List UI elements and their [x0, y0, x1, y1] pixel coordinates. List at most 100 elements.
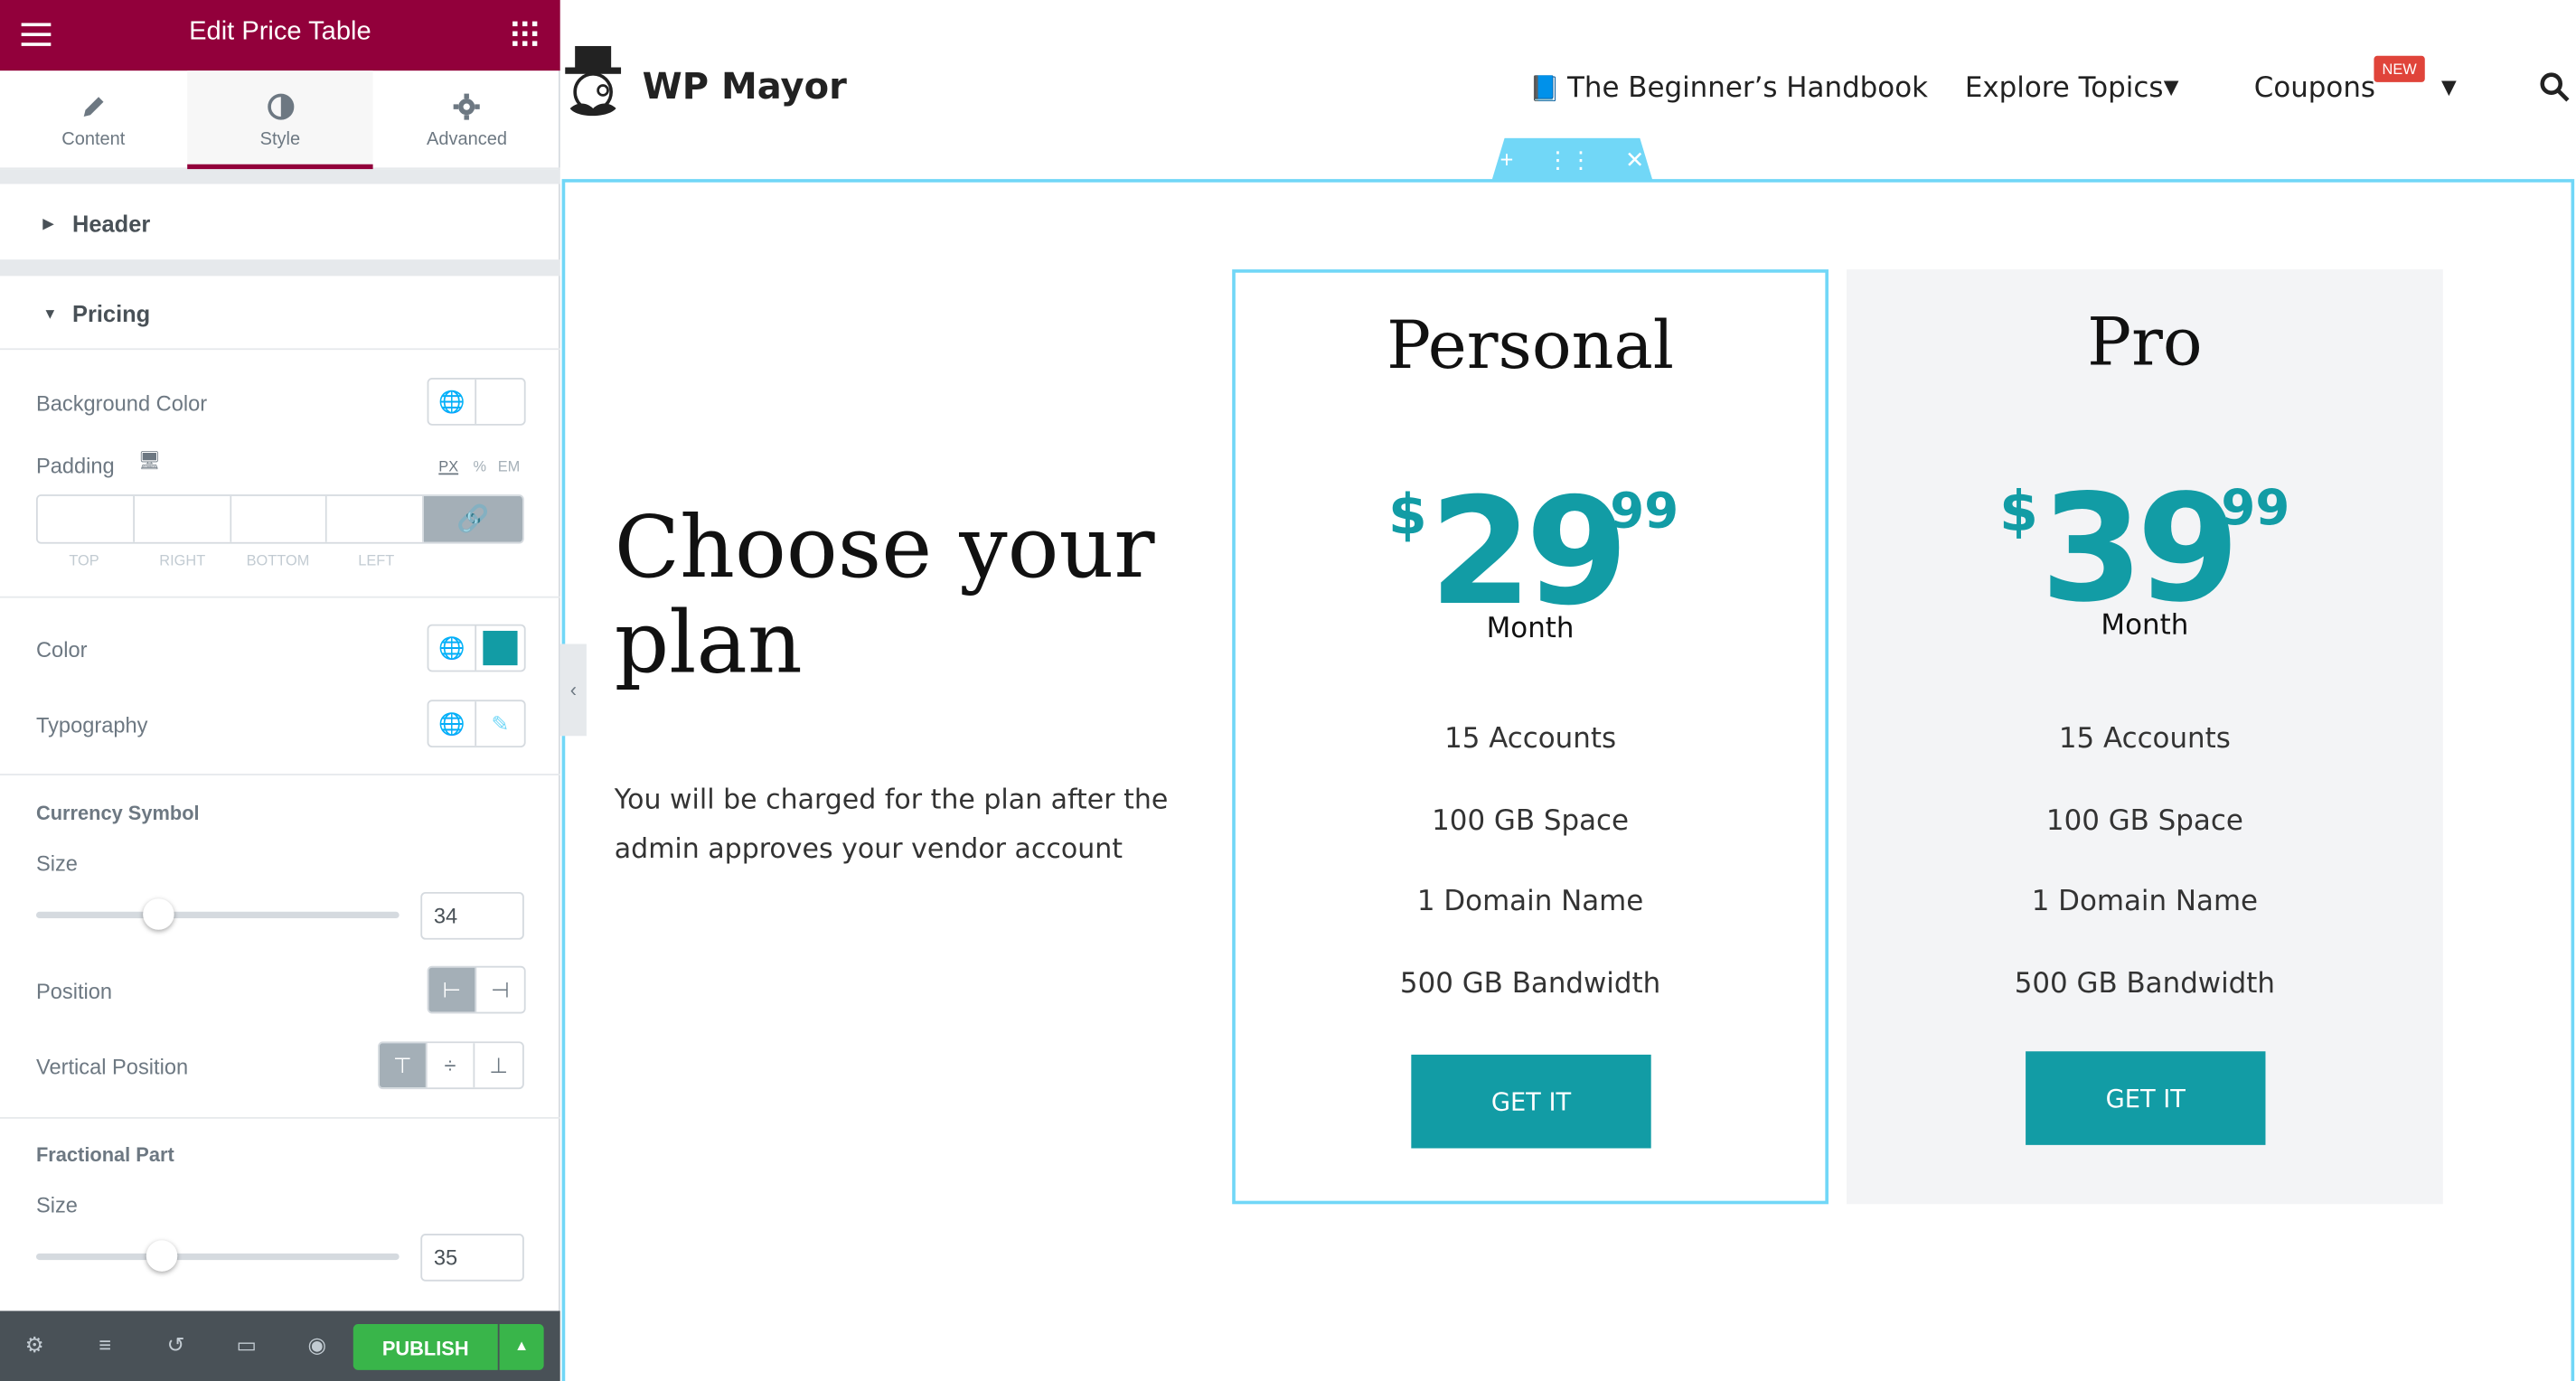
close-icon[interactable]: ✕	[1625, 146, 1644, 174]
chevron-down-icon[interactable]: ▼	[2441, 76, 2457, 99]
color-label: Color	[35, 637, 88, 662]
background-color-control[interactable]: 🌐	[427, 378, 526, 426]
pencil-icon[interactable]: ✎	[476, 701, 524, 746]
panel-collapse-chevron-icon[interactable]: ‹	[559, 644, 587, 737]
padding-left-input[interactable]	[327, 495, 424, 542]
padding-top-label: TOP	[69, 551, 99, 568]
plan-description: You will be charged for the plan after t…	[614, 783, 1169, 865]
drag-handle-icon[interactable]: ⋮⋮	[1547, 146, 1593, 174]
price-fraction: 99	[2221, 479, 2290, 538]
padding-left-label: LEFT	[358, 551, 395, 568]
tab-advanced[interactable]: Advanced	[373, 70, 560, 167]
divider	[0, 348, 560, 351]
panel-title: Edit Price Table	[189, 17, 371, 46]
color-control[interactable]: 🌐	[427, 624, 526, 672]
currency-symbol: $	[1999, 479, 2039, 546]
padding-bottom-input[interactable]	[230, 495, 328, 542]
book-icon: 📘	[1529, 73, 1561, 104]
preview-eye-icon[interactable]: ◉	[304, 1332, 330, 1358]
brand-name[interactable]: WP Mayor	[643, 68, 847, 108]
fractional-size-input[interactable]: 35	[420, 1234, 524, 1282]
section-gap	[0, 259, 560, 277]
padding-inputs: 🔗	[35, 494, 524, 544]
feature-item: 500 GB Bandwidth	[2014, 967, 2276, 1001]
caret-down-icon: ▼	[42, 305, 58, 323]
unit-percent[interactable]: %	[473, 458, 486, 474]
site-preview: WP Mayor 📘 The Beginner’s Handbook Explo…	[559, 0, 2576, 1381]
currency-size-input[interactable]: 34	[420, 891, 524, 940]
gear-icon	[453, 93, 481, 120]
price-card-pro[interactable]: Pro $ 39 99 Month 15 Accounts 100 GB Spa…	[1846, 269, 2443, 1205]
typography-label: Typography	[35, 712, 148, 738]
currency-symbol-heading: Currency Symbol	[35, 801, 200, 825]
history-icon[interactable]: ↺	[163, 1332, 189, 1358]
feature-item: 15 Accounts	[1444, 722, 1617, 756]
price-period: Month	[1486, 612, 1575, 646]
background-color-label: Background Color	[35, 390, 208, 416]
unit-px[interactable]: PX	[438, 458, 458, 474]
navigator-icon[interactable]: ≡	[92, 1332, 118, 1358]
settings-icon[interactable]: ⚙	[22, 1332, 48, 1358]
nav-coupons[interactable]: Coupons	[2254, 72, 2375, 105]
align-bottom-icon[interactable]: ⊥	[475, 1043, 522, 1087]
typography-control[interactable]: 🌐 ✎	[427, 700, 526, 748]
desktop-icon[interactable]: 🖥	[138, 450, 161, 472]
align-before-icon[interactable]: ⊢	[428, 967, 477, 1012]
price: $ 29 99	[1236, 466, 1826, 639]
get-it-button[interactable]: GET IT	[2026, 1051, 2266, 1145]
link-icon[interactable]: 🔗	[423, 495, 522, 542]
position-control[interactable]: ⊢ ⊣	[427, 965, 526, 1014]
section-header-label: Header	[71, 210, 151, 237]
padding-top-input[interactable]	[37, 495, 135, 542]
add-section-icon[interactable]: +	[1500, 146, 1514, 173]
publish-options-caret-icon[interactable]: ▲	[499, 1323, 544, 1370]
editor-panel: Edit Price Table Content Style Advanced …	[0, 0, 560, 1381]
color-picker-empty[interactable]	[476, 380, 524, 424]
divider	[0, 596, 560, 598]
section-gap	[0, 169, 560, 184]
globe-icon[interactable]: 🌐	[428, 379, 477, 424]
section-pricing-label: Pricing	[71, 300, 151, 327]
color-swatch[interactable]	[476, 626, 524, 671]
align-top-icon[interactable]: ⊤	[379, 1043, 428, 1088]
price-card-personal[interactable]: Personal $ 29 99 Month 15 Accounts 100 G…	[1232, 269, 1829, 1205]
align-after-icon[interactable]: ⊣	[476, 968, 524, 1012]
currency-symbol: $	[1387, 483, 1427, 550]
currency-size-slider[interactable]	[35, 898, 400, 930]
tab-style-label: Style	[259, 129, 301, 150]
get-it-button[interactable]: GET IT	[1411, 1054, 1651, 1149]
caret-right-icon: ▶	[42, 215, 54, 232]
contrast-icon	[267, 93, 294, 120]
globe-icon[interactable]: 🌐	[428, 701, 477, 747]
price-fraction: 99	[1610, 483, 1679, 540]
feature-item: 1 Domain Name	[1416, 885, 1644, 919]
chevron-down-icon[interactable]: ▼	[2164, 76, 2179, 99]
tab-content[interactable]: Content	[0, 70, 187, 167]
padding-label: Padding	[35, 453, 115, 478]
vertical-position-control[interactable]: ⊤ ÷ ⊥	[378, 1041, 524, 1090]
new-badge: NEW	[2374, 55, 2425, 82]
price-period: Month	[2101, 609, 2189, 643]
feature-item: 500 GB Bandwidth	[1399, 967, 1661, 1001]
feature-item: 1 Domain Name	[2031, 885, 2259, 919]
position-label: Position	[35, 979, 113, 1004]
unit-em[interactable]: EM	[498, 458, 521, 474]
globe-icon[interactable]: 🌐	[428, 625, 477, 671]
pencil-icon	[83, 97, 104, 117]
tab-style[interactable]: Style	[186, 70, 374, 170]
wp-mayor-logo-icon	[565, 45, 622, 117]
nav-explore-topics[interactable]: Explore Topics	[1965, 72, 2164, 105]
slider-handle[interactable]	[146, 1240, 178, 1272]
align-middle-icon[interactable]: ÷	[428, 1043, 475, 1088]
section-handle[interactable]: + ⋮⋮ ✕	[1491, 137, 1653, 181]
padding-right-input[interactable]	[134, 495, 231, 542]
section-pricing[interactable]: ▼ Pricing	[0, 301, 560, 375]
fractional-size-slider[interactable]	[35, 1240, 400, 1272]
vertical-position-label: Vertical Position	[35, 1054, 189, 1080]
responsive-icon[interactable]: ▭	[233, 1332, 259, 1358]
publish-button[interactable]: PUBLISH	[353, 1323, 498, 1370]
nav-handbook[interactable]: The Beginner’s Handbook	[1567, 72, 1928, 105]
widgets-grid-icon[interactable]	[512, 21, 538, 46]
slider-handle[interactable]	[143, 898, 174, 930]
search-icon[interactable]	[2540, 72, 2570, 102]
